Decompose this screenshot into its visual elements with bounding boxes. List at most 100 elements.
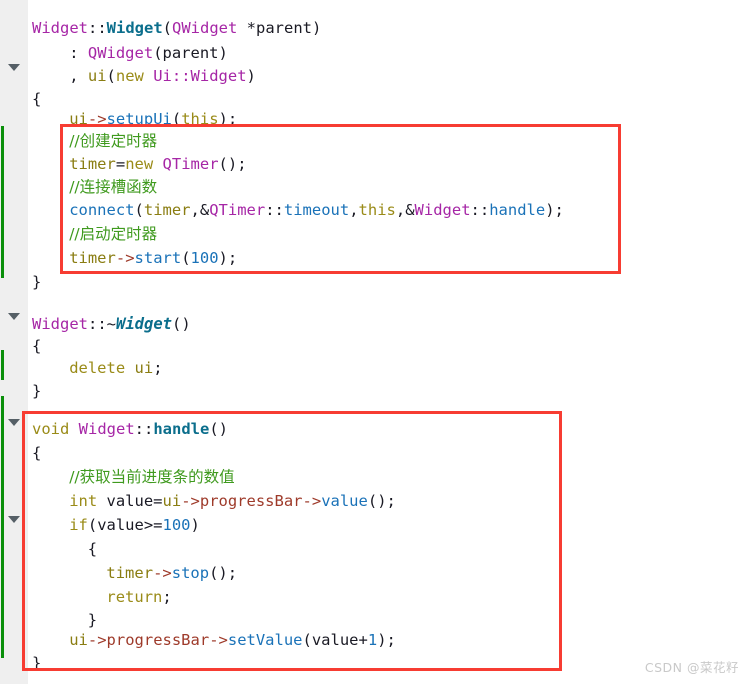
code-token: int — [69, 492, 98, 510]
code-token: value — [321, 492, 368, 510]
code-token: () — [209, 420, 229, 438]
line-connect[interactable]: connect(timer,&QTimer::timeout,this,&Wid… — [69, 198, 564, 223]
line-timer-new[interactable]: timer=new QTimer(); — [69, 152, 246, 177]
code-token: setupUi — [106, 110, 172, 128]
fold-arrow-constructor[interactable] — [8, 64, 20, 71]
code-token: setValue — [227, 631, 303, 649]
code-token: handle — [489, 201, 546, 219]
code-token: () — [172, 315, 191, 333]
change-bar-handle-body — [1, 396, 4, 658]
code-token: 1 — [367, 631, 378, 649]
line-timer-stop[interactable]: timer->stop(); — [106, 561, 237, 586]
change-bar-constructor-body — [1, 126, 4, 278]
line-comment-start-timer[interactable]: //启动定时器 — [69, 222, 157, 247]
code-token: ui — [69, 631, 88, 649]
code-token: //创建定时器 — [69, 132, 158, 150]
code-token: new — [125, 155, 154, 173]
code-token: ( — [171, 110, 182, 128]
code-token: Widget — [78, 420, 135, 438]
code-token: progressBar — [106, 631, 210, 649]
code-token: progressBar — [199, 492, 303, 510]
code-token: timer — [143, 201, 191, 219]
code-token: ( — [162, 19, 173, 37]
code-token: QTimer — [209, 201, 266, 219]
code-token: (value+ — [302, 631, 368, 649]
code-token: -> — [153, 564, 172, 582]
code-text-area[interactable]: Widget::Widget(QWidget *parent): QWidget… — [28, 0, 747, 684]
code-token: start — [134, 249, 182, 267]
code-token: { — [32, 337, 42, 355]
line-ctor-init-qwidget[interactable]: : QWidget(parent) — [69, 41, 228, 66]
code-token: ( — [134, 201, 144, 219]
line-dtor-open-brace[interactable]: { — [32, 334, 41, 359]
code-token: : — [69, 44, 88, 62]
line-dtor-close-brace[interactable]: } — [32, 379, 41, 404]
code-token: //获取当前进度条的数值 — [69, 468, 235, 486]
code-token: ( — [181, 249, 191, 267]
line-timer-start[interactable]: timer->start(100); — [69, 246, 237, 271]
code-token: ; — [162, 588, 172, 606]
line-set-value[interactable]: ui->progressBar->setValue(value+1); — [69, 628, 396, 653]
code-token: Widget — [32, 19, 88, 37]
line-dtor-signature[interactable]: Widget::~Widget() — [32, 312, 191, 337]
line-if-open-brace[interactable]: { — [88, 537, 97, 562]
code-token: Ui::Widget — [153, 67, 247, 85]
line-handle-close-brace[interactable]: } — [32, 651, 41, 676]
code-token: QWidget — [87, 44, 154, 62]
code-token: -> — [87, 110, 107, 128]
code-token: ( — [106, 67, 116, 85]
code-token: handle — [153, 420, 210, 438]
line-comment-create-timer[interactable]: //创建定时器 — [69, 129, 157, 154]
code-token: (parent) — [153, 44, 228, 62]
code-token: ::~ — [88, 315, 116, 333]
code-token: (value>= — [87, 516, 163, 534]
code-token: ) — [190, 516, 200, 534]
code-token: ,& — [190, 201, 210, 219]
editor-gutter[interactable] — [0, 0, 28, 684]
code-token: -> — [181, 492, 200, 510]
line-ctor-signature[interactable]: Widget::Widget(QWidget *parent) — [32, 16, 321, 41]
code-editor[interactable]: Widget::Widget(QWidget *parent): QWidget… — [0, 0, 747, 684]
code-token: QWidget — [172, 19, 238, 37]
fold-arrow-handle[interactable] — [8, 419, 20, 426]
code-token: { — [87, 540, 98, 558]
code-token: ); — [377, 631, 396, 649]
code-token: timer — [106, 564, 154, 582]
code-token: *parent) — [237, 19, 322, 37]
fold-arrow-if-block[interactable] — [8, 516, 20, 523]
code-token: Widget — [116, 315, 172, 333]
code-token: Widget — [106, 19, 163, 37]
code-token: stop — [171, 564, 210, 582]
code-token: ,& — [395, 201, 415, 219]
code-token: ui — [87, 67, 107, 85]
code-token: ; — [153, 359, 163, 377]
code-token: return — [106, 588, 163, 606]
fold-arrow-destructor[interactable] — [8, 313, 20, 320]
code-token: if — [69, 516, 88, 534]
code-token: ui — [134, 359, 154, 377]
code-token: timer — [69, 249, 116, 267]
line-if-value[interactable]: if(value>=100) — [69, 513, 200, 538]
code-token: } — [32, 382, 42, 400]
code-token: = — [115, 155, 126, 173]
code-token: (); — [218, 155, 247, 173]
code-token: -> — [87, 631, 107, 649]
line-int-value[interactable]: int value=ui->progressBar->value(); — [69, 489, 396, 514]
code-token: :: — [470, 201, 490, 219]
code-token: this — [181, 110, 219, 128]
code-token: , — [349, 201, 359, 219]
line-handle-signature[interactable]: void Widget::handle() — [32, 417, 228, 442]
line-delete-ui[interactable]: delete ui; — [69, 356, 162, 381]
line-handle-open-brace[interactable]: { — [32, 441, 41, 466]
line-ctor-close-brace[interactable]: } — [32, 270, 41, 295]
line-return[interactable]: return; — [106, 585, 171, 610]
line-ctor-init-ui[interactable]: , ui(new Ui::Widget) — [69, 64, 256, 89]
line-comment-connect-slot[interactable]: //连接槽函数 — [69, 175, 157, 200]
code-token: Widget — [414, 201, 471, 219]
line-ctor-open-brace[interactable]: { — [32, 87, 41, 112]
line-comment-get-value[interactable]: //获取当前进度条的数值 — [69, 465, 234, 490]
code-token: new — [115, 67, 144, 85]
